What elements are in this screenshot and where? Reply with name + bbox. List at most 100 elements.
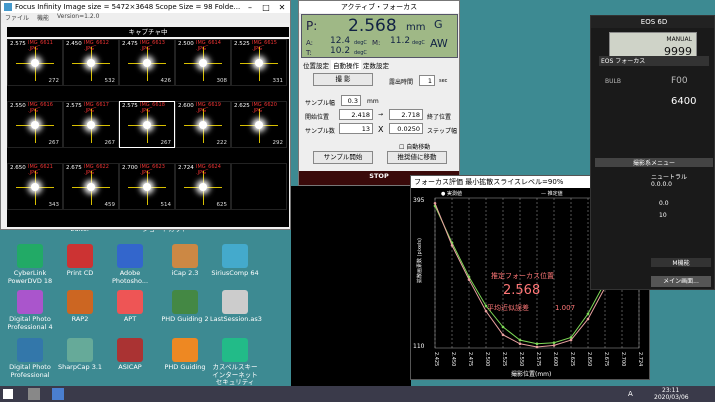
desktop-icon[interactable]: Digital Photo Professional 4: [5, 290, 55, 331]
shoot-button[interactable]: 撮 影: [313, 73, 373, 86]
camera-window[interactable]: EOS 6D MANUAL 9999 EOS フォーカス BULB F00 64…: [590, 15, 715, 290]
cell-filename: IMG_6612 .JPG: [84, 40, 109, 52]
star-image: [143, 59, 151, 68]
sample-unit: mm: [367, 98, 379, 105]
cell-value: 222: [216, 140, 228, 146]
end-input[interactable]: 2.718: [389, 109, 423, 120]
cell-position: 2.650: [10, 165, 26, 171]
step-select[interactable]: 0.0250: [389, 123, 423, 134]
focus-infinity-window[interactable]: Focus Infinity Image size = 5472×3648 Sc…: [0, 0, 291, 230]
start-input[interactable]: 2.418: [339, 109, 373, 120]
a-unit: degC: [354, 40, 367, 46]
sample-width-input[interactable]: 0.3: [341, 95, 361, 106]
menu-title: 撮影系メニュー: [595, 158, 713, 167]
star-cell[interactable]: 2.675 IMG_6622 .JPG 459: [63, 163, 119, 210]
active-focus-window[interactable]: アクティブ・フォーカス P: 2.568 mm G A: 12.4 degC M…: [298, 0, 460, 186]
count-input[interactable]: 13: [339, 123, 373, 134]
maximize-icon[interactable]: □: [258, 3, 274, 12]
app-icon: [67, 338, 93, 362]
star-cell[interactable]: 2.600 IMG_6619 .JPG 222: [175, 101, 231, 148]
start-button[interactable]: [3, 389, 13, 399]
capture-banner: キャプチャ中: [7, 27, 289, 37]
desktop-icon-label: PHD Guiding 2: [161, 315, 209, 323]
cell-filename: IMG_6613 .JPG: [140, 40, 165, 52]
star-image: [143, 121, 151, 130]
desktop-icon-label: カスペルスキー インターネット セキュリティ: [212, 363, 258, 386]
legend-measured: ● 実測値: [441, 190, 462, 197]
cell-value: 267: [104, 140, 116, 146]
taskbar-app-1[interactable]: [28, 388, 40, 400]
move-recommended-button[interactable]: 推奨値に移動: [387, 151, 447, 164]
m-function-button[interactable]: M機能: [651, 258, 711, 267]
minimize-icon[interactable]: –: [242, 3, 258, 12]
star-cell[interactable]: [231, 163, 287, 210]
taskbar-app-2[interactable]: [52, 388, 64, 400]
desktop-icon-label: SharpCap 3.1: [57, 363, 103, 371]
star-cell[interactable]: 2.575 IMG_6611 .JPG 272: [7, 39, 63, 86]
x-label: X: [378, 125, 384, 134]
value-3: 10: [659, 212, 667, 219]
cell-value: 292: [272, 140, 284, 146]
y-top-label: 395: [413, 197, 425, 204]
star-image: [199, 121, 207, 130]
desktop-icon[interactable]: SharpCap 3.1: [55, 338, 105, 372]
star-cell[interactable]: 2.650 IMG_6621 .JPG 343: [7, 163, 63, 210]
desktop-icon[interactable]: LastSession.as3: [210, 290, 262, 324]
camera-title: EOS 6D: [591, 16, 714, 28]
app-icon: [4, 3, 12, 11]
desktop-icon[interactable]: RAP2: [55, 290, 105, 324]
desktop-icon[interactable]: Adobe Photosho...: [105, 244, 155, 285]
star-cell[interactable]: 2.550 IMG_6616 .JPG 267: [7, 101, 63, 148]
tab-position[interactable]: 位置設定: [303, 60, 329, 70]
app-icon: [17, 244, 43, 268]
star-cell[interactable]: 2.575 IMG_6617 .JPG 267: [63, 101, 119, 148]
cell-value: 426: [160, 78, 172, 84]
desktop-icon[interactable]: ASICAP: [105, 338, 155, 372]
af-title: アクティブ・フォーカス: [299, 1, 459, 13]
star-cell[interactable]: 2.475 IMG_6613 .JPG 426: [119, 39, 175, 86]
bulb-label: BULB: [605, 78, 621, 85]
desktop-icon[interactable]: SiriusComp 64: [210, 244, 260, 278]
menu-file[interactable]: ファイル: [5, 13, 29, 23]
close-icon[interactable]: ✕: [274, 3, 290, 12]
star-cell[interactable]: 2.575 IMG_6618 .JPG 267: [119, 101, 175, 148]
m-value: 11.2: [390, 36, 411, 46]
wb-value: ニュートラル: [651, 174, 688, 181]
star-cell[interactable]: 2.724 IMG_6624 .JPG 625: [175, 163, 231, 210]
tick-label: 2.550: [518, 352, 524, 366]
tab-constants[interactable]: 定数設定: [363, 60, 389, 70]
ime-indicator[interactable]: A: [628, 390, 633, 398]
star-cell[interactable]: 2.700 IMG_6623 .JPG 514: [119, 163, 175, 210]
a-value: 12.4: [330, 36, 351, 46]
tab-auto[interactable]: 自動操作: [331, 60, 361, 70]
a-label: A:: [306, 39, 314, 47]
clock-date[interactable]: 2020/03/06: [654, 394, 689, 401]
desktop-icon[interactable]: カスペルスキー インターネット セキュリティ: [210, 338, 260, 387]
desktop-icon[interactable]: iCap 2.3: [160, 244, 210, 278]
desktop-icon[interactable]: Print CD: [55, 244, 105, 278]
clock-time[interactable]: 23:11: [662, 387, 679, 394]
desktop-icon[interactable]: PHD Guiding: [160, 338, 210, 372]
taskbar: A 23:11 2020/03/06: [0, 386, 715, 402]
menu-function[interactable]: 機能: [37, 13, 49, 23]
main-screen-button[interactable]: メイン画面...: [651, 276, 711, 287]
lens-label: EOS フォーカス: [599, 56, 709, 66]
auto-move-checkbox[interactable]: ☐ 自動移動: [399, 142, 430, 151]
g-label: G: [434, 18, 443, 31]
count-label: サンプル数: [305, 128, 335, 135]
desktop-icon[interactable]: PHD Guiding 2: [160, 290, 210, 324]
arrow: →: [378, 111, 384, 118]
desktop-icon[interactable]: APT: [105, 290, 155, 324]
desktop-icon[interactable]: Digital Photo Professional: [5, 338, 55, 379]
exposure-input[interactable]: 1: [419, 75, 435, 86]
desktop-icon-label: Adobe Photosho...: [111, 269, 149, 285]
star-cell[interactable]: 2.500 IMG_6614 .JPG 308: [175, 39, 231, 86]
cell-filename: IMG_6615 .JPG: [252, 40, 277, 52]
tick-label: 2.600: [552, 352, 558, 366]
desktop-icon[interactable]: CyberLink PowerDVD 18: [5, 244, 55, 285]
star-cell[interactable]: 2.625 IMG_6620 .JPG 292: [231, 101, 287, 148]
star-cell[interactable]: 2.525 IMG_6615 .JPG 331: [231, 39, 287, 86]
star-cell[interactable]: 2.450 IMG_6612 .JPG 532: [63, 39, 119, 86]
sample-start-button[interactable]: サンプル開始: [313, 151, 373, 164]
cell-filename: IMG_6614 .JPG: [196, 40, 221, 52]
